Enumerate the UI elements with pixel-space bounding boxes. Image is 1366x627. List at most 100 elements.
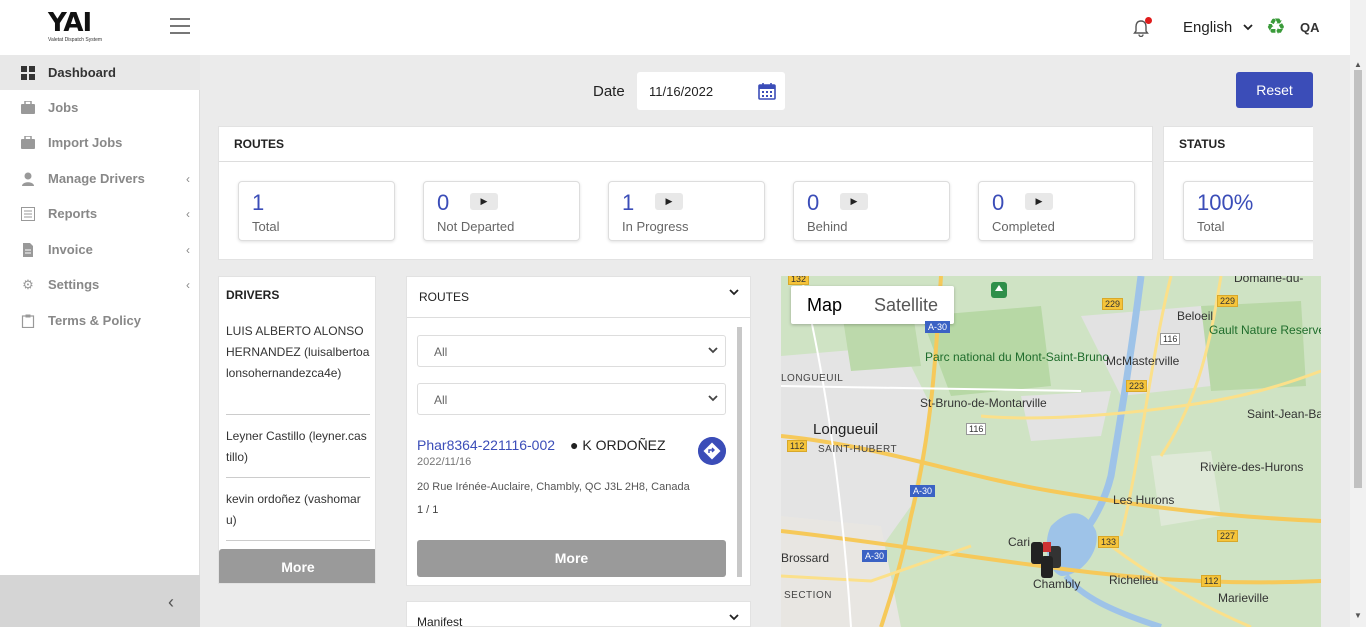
reset-button[interactable]: Reset	[1236, 72, 1313, 108]
manifest-panel: Manifest	[406, 601, 751, 627]
stat-card-completed: 0 ▶ Completed	[978, 181, 1135, 241]
sidebar-item-dashboard[interactable]: Dashboard	[0, 55, 200, 90]
highway-shield: 116	[966, 423, 987, 435]
sidebar-item-manage-drivers[interactable]: Manage Drivers ‹	[0, 161, 200, 196]
collapse-sidebar-icon[interactable]: ‹	[168, 592, 174, 613]
scroll-up-icon[interactable]: ▲	[1354, 60, 1362, 69]
driver-item[interactable]: kevin ordoñez (vashomaru)	[226, 489, 370, 531]
chevron-left-icon: ‹	[186, 277, 190, 292]
user-icon	[22, 172, 34, 186]
chevron-left-icon: ‹	[186, 242, 190, 257]
scrollbar[interactable]	[737, 327, 742, 577]
stat-value: 1	[252, 190, 265, 215]
stat-value: 100%	[1197, 190, 1254, 215]
panel-title: ROUTES	[234, 137, 285, 151]
panel-title: ROUTES	[419, 290, 470, 304]
gear-icon: ⚙	[22, 276, 34, 292]
page-scrollbar[interactable]: ▲ ▼	[1350, 0, 1366, 627]
document-icon	[23, 242, 33, 257]
highway-shield: 227	[1217, 530, 1239, 542]
language-select[interactable]: English	[1183, 19, 1232, 36]
user-menu[interactable]: QA	[1300, 20, 1320, 35]
map-label: Rivière-des-Hurons	[1200, 460, 1304, 474]
stat-card-behind: 0 ▶ Behind	[793, 181, 950, 241]
stat-label: Behind	[807, 219, 848, 234]
play-icon[interactable]: ▶	[840, 193, 868, 210]
sidebar-item-settings[interactable]: ⚙ Settings ‹	[0, 267, 200, 302]
stat-card-in-progress: 1 ▶ In Progress	[608, 181, 765, 241]
route-filter-select-1[interactable]: All	[417, 335, 726, 367]
route-address: 20 Rue Irénée-Auclaire, Chambly, QC J3L …	[417, 481, 690, 493]
date-value: 11/16/2022	[649, 84, 714, 99]
directions-icon[interactable]	[698, 437, 726, 465]
routes-summary-panel: ROUTES 1 Total 0 ▶ Not Departed 1 ▶ In P…	[218, 126, 1153, 260]
logo-subtitle: Valetat Dispatch System	[48, 37, 103, 43]
sidebar-item-terms-policy[interactable]: Terms & Policy	[0, 303, 200, 338]
highway-shield: A-30	[862, 550, 888, 562]
map-label: St-Bruno-de-Montarville	[920, 396, 1047, 410]
stat-label: Total	[1197, 219, 1225, 234]
sidebar-item-jobs[interactable]: Jobs	[0, 90, 200, 125]
briefcase-icon	[21, 135, 35, 149]
driver-item[interactable]: Leyner Castillo (leyner.castillo)	[226, 426, 370, 468]
map-tab-satellite[interactable]: Satellite	[858, 286, 954, 324]
map-tab-map[interactable]: Map	[791, 286, 858, 324]
date-input[interactable]: 11/16/2022	[637, 72, 785, 110]
divider	[1164, 161, 1313, 162]
recycle-icon[interactable]: ♻	[1266, 16, 1286, 38]
route-progress: 1 / 1	[417, 504, 439, 516]
chevron-down-icon[interactable]	[729, 612, 739, 622]
map-label: Brossard	[781, 551, 830, 565]
notification-badge	[1145, 17, 1152, 24]
sidebar-footer: ‹	[0, 575, 200, 627]
stat-card-status-total: 100% Total	[1183, 181, 1313, 241]
route-id-link[interactable]: Phar8364-221116-002	[417, 437, 555, 453]
select-value: All	[434, 393, 448, 407]
scroll-down-icon[interactable]: ▼	[1354, 611, 1362, 620]
route-filter-select-2[interactable]: All	[417, 383, 726, 415]
play-icon[interactable]: ▶	[1025, 193, 1053, 210]
map-label: Marieville	[1218, 591, 1269, 605]
stat-value: 0	[807, 190, 820, 215]
stat-value: 1	[622, 190, 635, 215]
map-view[interactable]: Map Satellite LONGUEUIL Parc national du…	[781, 276, 1321, 627]
sidebar-item-reports[interactable]: Reports ‹	[0, 196, 200, 231]
sidebar-item-import-jobs[interactable]: Import Jobs	[0, 125, 200, 160]
panel-title: Manifest	[417, 615, 463, 627]
sidebar-item-invoice[interactable]: Invoice ‹	[0, 232, 200, 267]
map-label: Saint-Jean-Ba	[1247, 407, 1321, 421]
app-logo[interactable]: YAI Valetat Dispatch System	[48, 10, 110, 46]
highway-shield: 112	[1201, 575, 1222, 587]
chevron-down-icon[interactable]	[729, 287, 739, 297]
driver-item[interactable]: LUIS ALBERTO ALONSO HERNANDEZ (luisalber…	[226, 321, 370, 384]
divider	[219, 161, 1152, 162]
routes-more-button[interactable]: More	[417, 540, 726, 577]
sidebar-item-label: Invoice	[48, 242, 93, 257]
stat-label: In Progress	[622, 219, 689, 234]
stat-label: Total	[252, 219, 280, 234]
chevron-down-icon	[708, 347, 718, 354]
select-value: All	[434, 345, 448, 359]
scrollbar-thumb[interactable]	[1354, 70, 1362, 488]
stat-label: Completed	[992, 219, 1055, 234]
stat-value: 0	[437, 190, 450, 215]
chevron-down-icon[interactable]	[1243, 22, 1253, 32]
calendar-icon[interactable]	[758, 82, 776, 100]
play-icon[interactable]: ▶	[655, 193, 683, 210]
sidebar-item-label: Terms & Policy	[48, 313, 141, 328]
highway-shield: 229	[1102, 298, 1124, 310]
map-label: Parc national du Mont-Saint-Bruno	[925, 350, 1110, 364]
play-icon[interactable]: ▶	[470, 193, 498, 210]
sidebar-item-label: Import Jobs	[48, 135, 123, 150]
top-bar: YAI Valetat Dispatch System English ♻ QA	[0, 0, 1350, 55]
drivers-more-button[interactable]: More	[219, 549, 375, 583]
map-label: Chambly	[1033, 577, 1081, 591]
map-label: Longueuil	[813, 421, 879, 438]
map-label: Les Hurons	[1113, 493, 1175, 507]
routes-list-panel: ROUTES All All Phar8364-221116-002 ● K O…	[406, 276, 751, 586]
highway-shield: 223	[1126, 380, 1148, 392]
map-label: Cari	[1008, 535, 1031, 549]
menu-toggle-icon[interactable]	[170, 18, 190, 36]
chevron-left-icon: ‹	[186, 171, 190, 186]
sidebar-item-label: Settings	[48, 277, 100, 292]
